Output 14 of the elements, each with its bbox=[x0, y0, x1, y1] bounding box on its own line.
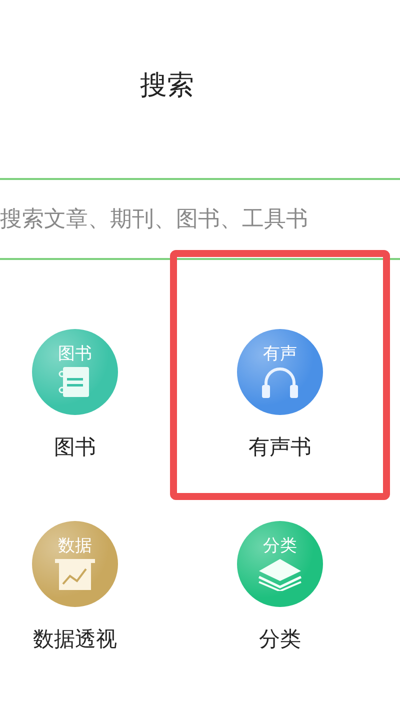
category-tile[interactable]: 数据 数据透视 bbox=[0, 500, 150, 700]
category-label[interactable]: 有声书 bbox=[248, 433, 312, 461]
category-tile[interactable]: 分类 分类 bbox=[170, 500, 390, 700]
page-title: 搜索 bbox=[140, 69, 194, 103]
icon-caption: 有声 bbox=[263, 344, 297, 364]
layers-icon bbox=[257, 557, 303, 592]
icon-caption: 数据 bbox=[58, 536, 92, 556]
category-label[interactable]: 图书 bbox=[54, 433, 96, 461]
icon-caption: 分类 bbox=[263, 536, 297, 556]
category-label[interactable]: 分类 bbox=[259, 625, 301, 653]
category-label[interactable]: 数据透视 bbox=[33, 625, 117, 653]
search-field[interactable]: 搜索文章、期刊、图书、工具书 bbox=[0, 178, 400, 260]
icon-caption: 图书 bbox=[58, 344, 92, 364]
chart-board-icon bbox=[53, 557, 97, 592]
